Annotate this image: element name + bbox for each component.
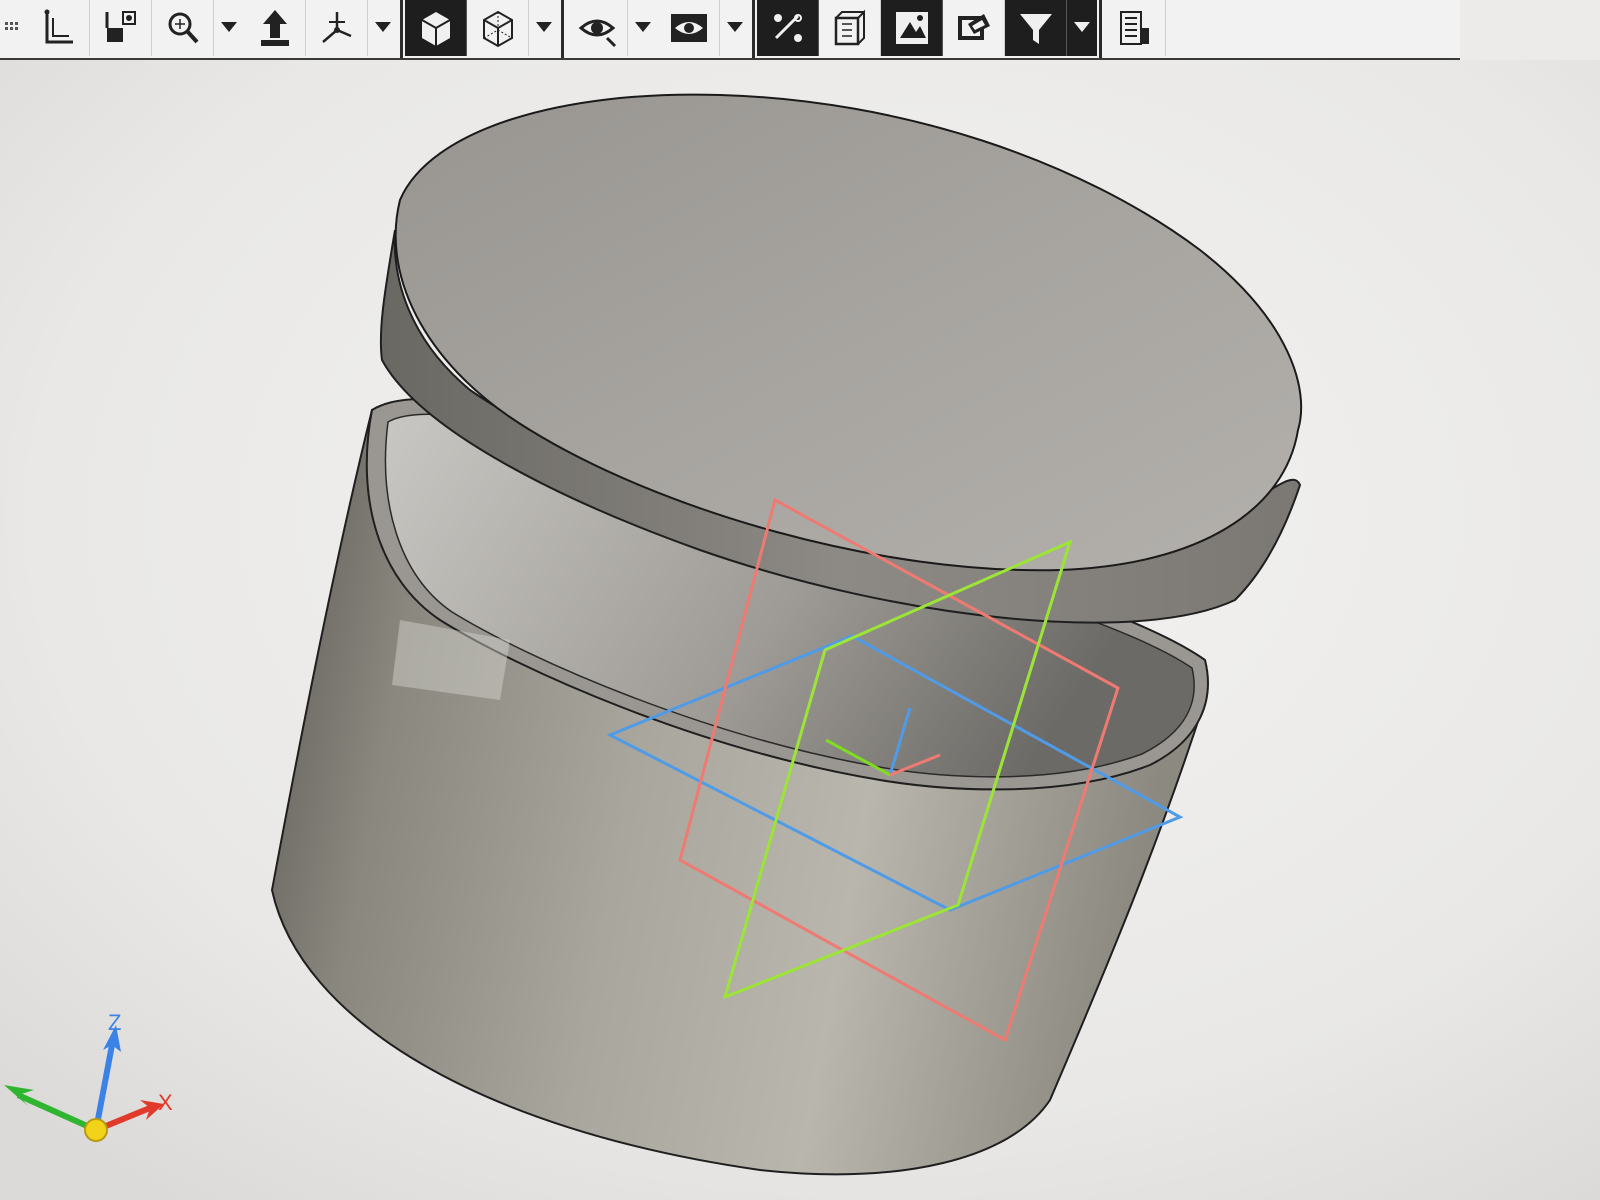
dimension-icon[interactable] [90,0,152,56]
toolbar-separator [400,0,403,58]
model-canvas[interactable]: Z X [0,60,1600,1200]
scene-icon[interactable] [881,0,943,56]
render-icon[interactable] [943,0,1005,56]
filter-icon[interactable] [1005,0,1067,56]
view-orient-icon[interactable] [306,0,368,56]
toolbar-separator [561,0,564,58]
arrow-up-icon[interactable] [244,0,306,56]
shaded-cube-icon[interactable] [405,0,467,56]
filter-dropdown[interactable] [1067,0,1097,56]
view-orient-dropdown[interactable] [368,0,398,56]
toolbar-grip[interactable] [0,0,28,58]
eye-dropdown[interactable] [720,0,750,56]
eye-icon[interactable] [658,0,720,56]
triad-origin [84,1118,108,1142]
command-toolbar [0,0,1460,60]
toolbar-separator [752,0,755,58]
toolbar-separator [1099,0,1102,58]
zoom-dropdown[interactable] [214,0,244,56]
sketch-corner-icon[interactable] [28,0,90,56]
appearance-icon[interactable] [757,0,819,56]
view-settings-icon[interactable] [1104,0,1166,56]
hide-show-dropdown[interactable] [628,0,658,56]
wireframe-cube-icon[interactable] [467,0,529,56]
triad-x-label: X [158,1090,173,1115]
zoom-icon[interactable] [152,0,214,56]
display-style-dropdown[interactable] [529,0,559,56]
graphics-viewport[interactable]: Z X [0,60,1600,1200]
hide-show-icon[interactable] [566,0,628,56]
triad-z-label: Z [108,1010,121,1035]
section-view-icon[interactable] [819,0,881,56]
